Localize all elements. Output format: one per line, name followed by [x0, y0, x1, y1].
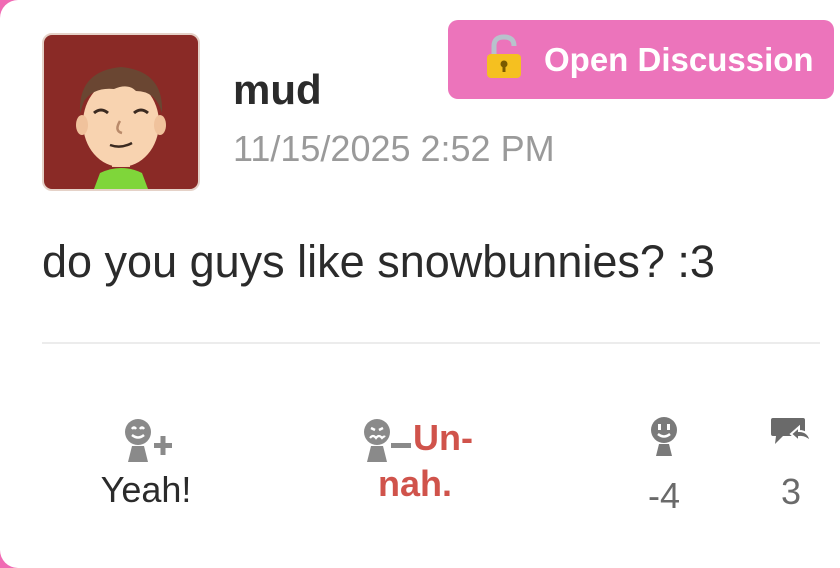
reply-count[interactable]: 3	[760, 416, 822, 513]
divider	[42, 342, 820, 344]
mii-face-icon	[651, 417, 677, 456]
username[interactable]: mud	[233, 66, 322, 114]
mii-plus-icon	[125, 419, 172, 462]
reply-bubble-icon	[771, 418, 813, 445]
badge-label: Open Discussion	[544, 40, 814, 78]
unnah-label-line2: nah.	[377, 463, 452, 504]
open-discussion-badge: Open Discussion	[448, 20, 834, 99]
post-timestamp: 11/15/2025 2:52 PM	[233, 128, 555, 169]
reply-count-value: 3	[780, 471, 802, 512]
yeah-button[interactable]: Yeah!	[96, 416, 196, 511]
mii-avatar-icon	[76, 67, 166, 189]
unlocked-padlock-icon	[484, 34, 524, 85]
mii-minus-icon	[364, 419, 411, 462]
avatar[interactable]	[42, 33, 200, 191]
unnah-button[interactable]: Un- nah.	[350, 416, 480, 506]
post-card: mud 11/15/2025 2:52 PM Open Discussion d…	[0, 0, 840, 568]
unnah-label-line1: Un-	[413, 417, 473, 458]
yeah-count[interactable]: -4	[634, 416, 694, 517]
yeah-label: Yeah!	[100, 469, 192, 510]
yeah-count-value: -4	[647, 475, 680, 516]
post-body: do you guys like snowbunnies? :3	[42, 236, 715, 287]
